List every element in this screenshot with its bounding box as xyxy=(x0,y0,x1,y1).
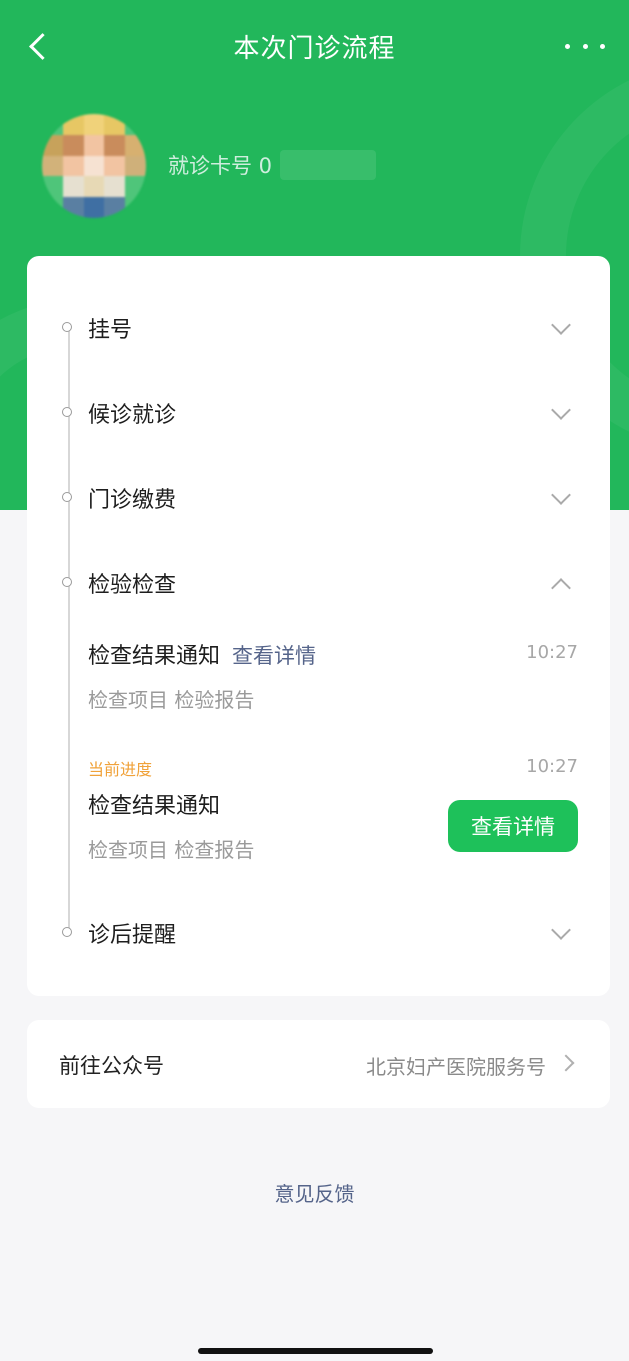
chevron-down-icon xyxy=(551,485,571,505)
step-label: 检验检查 xyxy=(88,573,177,598)
home-indicator xyxy=(198,1348,433,1354)
exam-item-meta: 检查项目 检验报告 xyxy=(88,688,255,712)
view-details-link[interactable]: 查看详情 xyxy=(232,644,316,668)
official-account-label: 前往公众号 xyxy=(59,1054,164,1078)
step-label: 诊后提醒 xyxy=(88,923,177,948)
exam-result-item: 检查结果通知 查看详情 检查项目 检验报告 xyxy=(88,638,588,713)
step-waiting[interactable]: 候诊就诊 xyxy=(27,393,610,433)
timeline-dot xyxy=(62,927,72,937)
official-account-row[interactable]: 前往公众号 北京妇产医院服务号 xyxy=(27,1020,610,1108)
more-button[interactable] xyxy=(565,38,605,54)
step-registration[interactable]: 挂号 xyxy=(27,308,610,348)
step-followup[interactable]: 诊后提醒 xyxy=(27,913,610,953)
step-label: 门诊缴费 xyxy=(88,488,177,513)
timeline-dot xyxy=(62,322,72,332)
current-progress-tag: 当前进度 xyxy=(88,760,153,779)
page-title: 本次门诊流程 xyxy=(233,34,396,64)
step-label: 候诊就诊 xyxy=(88,403,177,428)
chevron-up-icon xyxy=(551,578,571,598)
official-account-value: 北京妇产医院服务号 xyxy=(366,1055,546,1079)
card-number: 就诊卡号 0 xyxy=(168,154,273,178)
avatar xyxy=(42,114,146,218)
card-number-mask xyxy=(280,150,376,180)
timeline-dot xyxy=(62,577,72,587)
chevron-right-icon xyxy=(557,1054,575,1072)
flow-card: 挂号 候诊就诊 门诊缴费 检验检查 检查结果通知 查看详情 检查项目 检验报告 1… xyxy=(27,256,610,996)
nav-bar: 本次门诊流程 xyxy=(0,0,629,92)
step-label: 挂号 xyxy=(88,318,133,343)
chevron-down-icon xyxy=(551,315,571,335)
timeline-dot xyxy=(62,407,72,417)
step-payment[interactable]: 门诊缴费 xyxy=(27,478,610,518)
exam-item-title: 检查结果通知 xyxy=(88,644,221,669)
exam-item-time: 10:27 xyxy=(526,642,578,663)
more-icon xyxy=(565,43,570,49)
step-exam[interactable]: 检验检查 xyxy=(27,563,610,603)
timeline-dot xyxy=(62,492,72,502)
exam-item-time: 10:27 xyxy=(526,756,578,777)
chevron-down-icon xyxy=(551,920,571,940)
feedback-link[interactable]: 意见反馈 xyxy=(0,1178,629,1207)
view-details-button[interactable]: 查看详情 xyxy=(448,800,578,852)
chevron-down-icon xyxy=(551,400,571,420)
